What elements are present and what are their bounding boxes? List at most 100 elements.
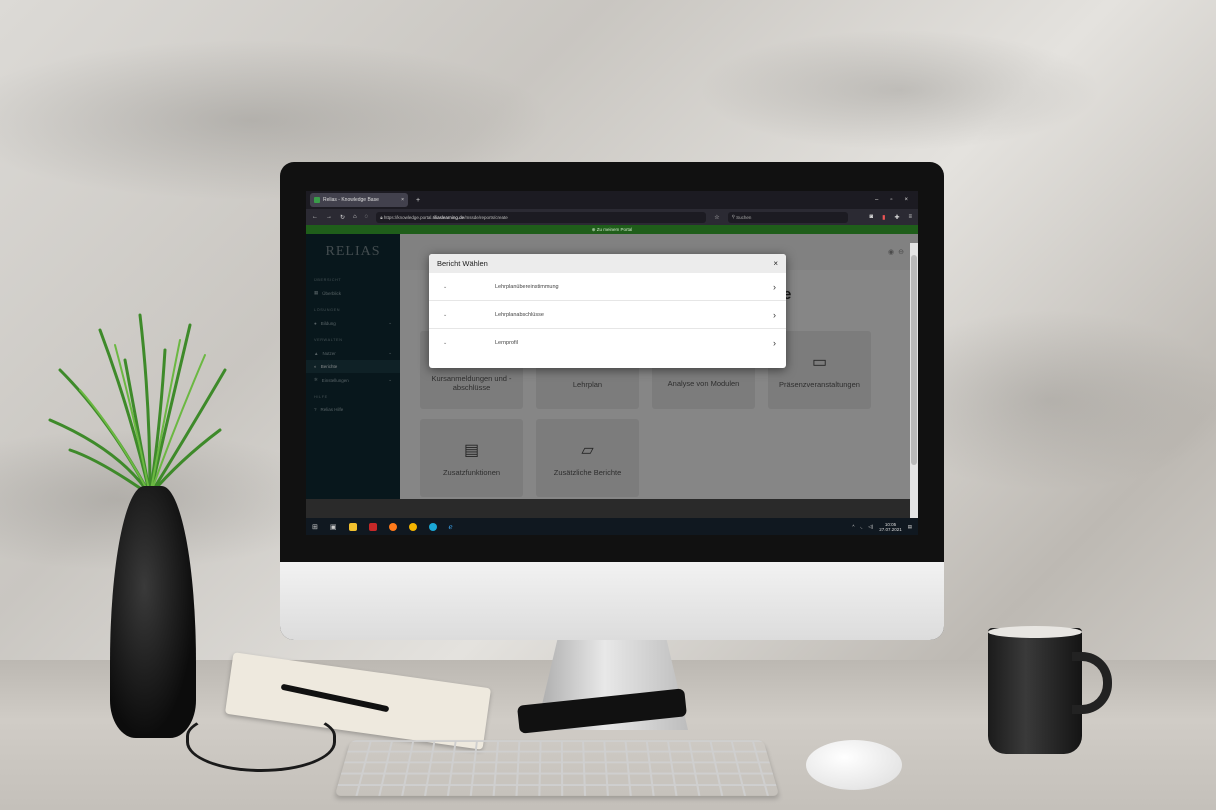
sidebar-item-nutzer[interactable]: ▲ Nutzer ⌄ bbox=[306, 346, 400, 360]
scrollbar-thumb[interactable] bbox=[911, 255, 917, 465]
url-prefix: https://knowledge.portal. bbox=[383, 214, 433, 220]
new-tab-button[interactable]: + bbox=[416, 197, 420, 204]
sidebar-item-relias-hilfe[interactable]: ? Relias Hilfe bbox=[306, 403, 400, 416]
internet-explorer-icon[interactable]: ℯ bbox=[449, 523, 453, 531]
card-label: Zusatzfunktionen bbox=[442, 467, 501, 477]
shield-icon[interactable]: ◌ bbox=[365, 214, 369, 220]
chevron-right-icon[interactable]: › bbox=[773, 310, 776, 320]
browser-toolbar-icons: ◙ ▮ ✚ ≡ bbox=[870, 214, 912, 221]
browser-tab-bar: Relias - Knowledge Base × + – ▫ × bbox=[306, 191, 918, 209]
sidebar-section-title: LÖSUNGEN bbox=[314, 308, 341, 312]
mouse bbox=[806, 740, 902, 790]
document-icon: ▤ bbox=[463, 441, 480, 459]
tab-title: Relias - Knowledge Base bbox=[323, 197, 379, 203]
card-label: Präsenzveranstaltungen bbox=[779, 379, 860, 389]
card-label: Kursanmeldungen und -abschlüsse bbox=[431, 374, 512, 392]
url-domain: riliaslearning.de bbox=[432, 214, 465, 220]
dashboard-icon: ▦ bbox=[314, 290, 319, 295]
windows-start-icon[interactable]: ⊞ bbox=[312, 523, 318, 531]
mug bbox=[988, 628, 1082, 754]
chevron-right-icon[interactable]: › bbox=[773, 282, 776, 292]
sidebar-section-title: HILFE bbox=[314, 395, 328, 399]
report-option-lehrplanuebereinstimmung[interactable]: ⌄ Lehrplanübereinstimmung › bbox=[429, 273, 786, 301]
sidebar-item-berichte[interactable]: ◐ Berichte bbox=[306, 360, 400, 373]
chrome-icon[interactable] bbox=[408, 522, 417, 531]
maximize-button[interactable]: ▫ bbox=[890, 197, 892, 203]
chevron-down-icon[interactable]: ⌄ bbox=[443, 312, 483, 318]
notifications-icon[interactable]: ▤ bbox=[908, 524, 912, 530]
url-path: /mssde/reports/create bbox=[464, 214, 508, 220]
search-input[interactable]: ⚲ Suchen bbox=[727, 211, 848, 223]
vase bbox=[110, 486, 196, 738]
portal-link[interactable]: Zu meinem Portal bbox=[597, 227, 633, 232]
relias-logo[interactable]: RELIAS bbox=[306, 234, 400, 270]
filezilla-icon[interactable] bbox=[368, 522, 377, 531]
edge-icon[interactable] bbox=[428, 522, 437, 531]
chevron-down-icon[interactable]: ⌄ bbox=[443, 340, 483, 346]
tab-close-icon[interactable]: × bbox=[401, 197, 404, 203]
user-icon[interactable]: ◉ bbox=[888, 248, 894, 256]
sidebar-section-title: VERWALTEN bbox=[314, 338, 343, 342]
reload-icon[interactable]: ↻ bbox=[340, 214, 345, 221]
report-option-lernprofil[interactable]: ⌄ Lernprofil › bbox=[429, 329, 786, 357]
system-tray: ^ ◟ ◁) 10:05 27.07.2021 ▤ bbox=[852, 522, 912, 532]
task-view-icon[interactable]: ▣ bbox=[330, 523, 337, 531]
sidebar-item-bildung[interactable]: ● Bildung ⌄ bbox=[306, 316, 400, 330]
tray-chevron-icon[interactable]: ^ bbox=[852, 524, 854, 529]
glasses bbox=[186, 712, 336, 772]
chevron-down-icon[interactable]: ⌄ bbox=[443, 284, 483, 290]
report-option-lehrplanabschluesse[interactable]: ⌄ Lehrplanabschlüsse › bbox=[429, 301, 786, 329]
home-icon[interactable]: ⌂ bbox=[353, 214, 357, 220]
card-zusaetzliche-berichte[interactable]: ▱ Zusätzliche Berichte bbox=[536, 419, 639, 497]
firefox-icon[interactable] bbox=[388, 522, 397, 531]
sidebar-item-label: Überblick bbox=[322, 290, 342, 296]
sidebar-item-label: Einstellungen bbox=[321, 377, 349, 383]
chevron-down-icon: ⌄ bbox=[388, 350, 392, 355]
close-window-button[interactable]: × bbox=[904, 197, 908, 203]
minimize-button[interactable]: – bbox=[875, 197, 878, 203]
extension-icon[interactable]: ▮ bbox=[882, 214, 885, 221]
address-bar[interactable]: 🔒︎ https://knowledge.portal. riliaslearni… bbox=[376, 211, 707, 223]
report-option-label: Lehrplanabschlüsse bbox=[495, 311, 544, 318]
clock[interactable]: 10:05 27.07.2021 bbox=[879, 522, 902, 532]
sidebar-section-title: ÜBERSICHT bbox=[314, 278, 342, 282]
sidebar: RELIAS ÜBERSICHT ▦ Überblick LÖSUNGEN ● Bi… bbox=[306, 234, 400, 499]
sidebar-item-label: Relias Hilfe bbox=[320, 407, 344, 412]
mug-rim bbox=[988, 626, 1082, 638]
search-placeholder: Suchen bbox=[736, 214, 752, 220]
report-option-label: Lernprofil bbox=[495, 340, 518, 346]
menu-icon[interactable]: ≡ bbox=[908, 214, 912, 221]
plant-leaves bbox=[48, 313, 227, 497]
volume-icon[interactable]: ◁) bbox=[868, 524, 873, 530]
puzzle-icon[interactable]: ✚ bbox=[894, 214, 899, 221]
reports-icon: ◐ bbox=[314, 364, 317, 369]
report-option-label: Lehrplanübereinstimmung bbox=[495, 283, 559, 290]
modal-title: Bericht Wählen bbox=[437, 259, 488, 268]
back-icon[interactable]: ← bbox=[312, 214, 318, 220]
users-icon: ▲ bbox=[314, 350, 319, 356]
forward-icon[interactable]: → bbox=[326, 214, 332, 220]
portal-link-bar[interactable]: ⊕ Zu meinem Portal bbox=[306, 225, 918, 234]
keyboard bbox=[334, 740, 780, 796]
clock-date: 27.07.2021 bbox=[879, 526, 902, 532]
modal-close-button[interactable]: × bbox=[773, 259, 778, 268]
card-zusatzfunktionen[interactable]: ▤ Zusatzfunktionen bbox=[420, 419, 523, 497]
browser-tab[interactable]: Relias - Knowledge Base × bbox=[310, 193, 408, 207]
pocket-icon[interactable]: ◙ bbox=[870, 214, 874, 221]
page-scrollbar[interactable] bbox=[910, 243, 918, 518]
windows-taskbar: ⊞ ▣ ℯ ^ ◟ ◁) 10:05 27.07.2021 ▤ bbox=[306, 518, 918, 535]
sidebar-item-ueberblick[interactable]: ▦ Überblick bbox=[306, 286, 400, 300]
network-icon[interactable]: ◟ bbox=[860, 524, 862, 530]
chevron-down-icon: ⌄ bbox=[388, 377, 392, 382]
sidebar-item-einstellungen[interactable]: ✲ Einstellungen ⌄ bbox=[306, 373, 400, 387]
card-label: Analyse von Modulen bbox=[667, 378, 740, 388]
logout-icon[interactable]: ⊖ bbox=[898, 248, 904, 256]
lightbulb-icon: ● bbox=[314, 320, 317, 326]
sidebar-item-label: Nutzer bbox=[322, 350, 336, 356]
report-select-modal: Bericht Wählen × ⌄ Lehrplanübereinstimmun… bbox=[429, 254, 786, 368]
card-label: Zusätzliche Berichte bbox=[553, 467, 622, 477]
chevron-right-icon[interactable]: › bbox=[773, 338, 776, 348]
bookmark-star-icon[interactable]: ☆ bbox=[714, 214, 719, 221]
monitor-chin bbox=[280, 562, 944, 640]
file-explorer-icon[interactable] bbox=[348, 522, 357, 531]
